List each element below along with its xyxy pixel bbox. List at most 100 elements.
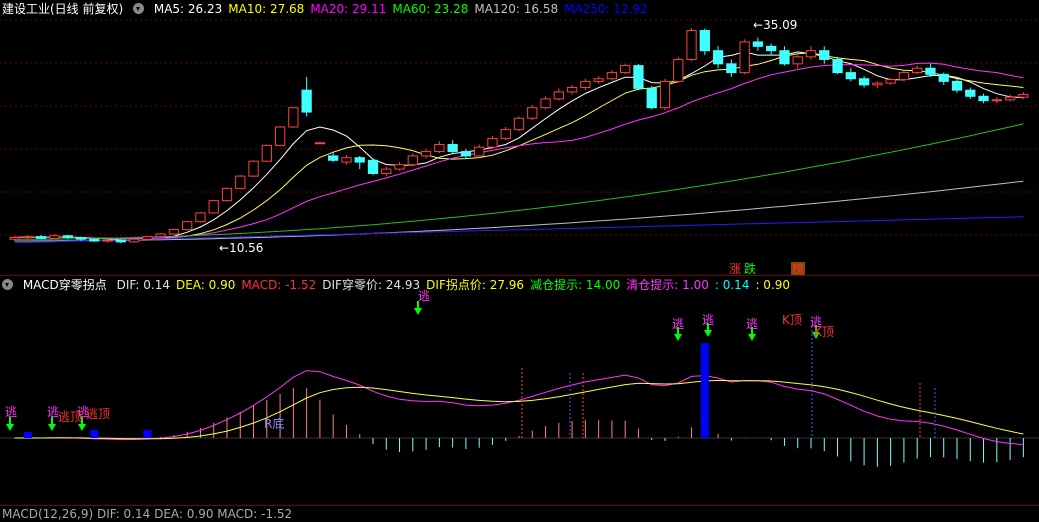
candle-down [115,239,126,243]
escape-arrow-icon [674,334,682,341]
candle-down [779,50,790,65]
candle-down [766,45,777,52]
candle-down [367,159,379,174]
k-top-label: K顶 [814,325,834,339]
candle-up [474,146,485,157]
escape-top-label: 逃顶 [58,410,82,424]
candle-up [1018,94,1029,98]
candle-down [832,58,843,74]
candle-up [221,187,233,202]
candle-up [553,91,564,100]
third-pane-header: MACD(12,26,9) DIF: 0.14 DEA: 0.90 MACD: … [2,506,298,522]
candle-up [288,107,299,128]
escape-top-label: 逃顶 [86,407,110,421]
candle-up [991,99,1002,102]
candle-down [712,50,724,65]
candle-up [898,72,910,81]
candle-up [527,107,538,119]
candle-up [912,67,923,74]
ma60-line [14,123,1024,240]
escape-arrow-icon [414,308,422,315]
rise-badge[interactable]: 涨 [728,262,742,276]
signal-block [143,430,152,438]
ma120-line [14,180,1024,242]
candle-up [513,117,525,131]
candle-up [195,212,206,223]
candle-up [566,87,578,93]
macd-chart: 逃逃逃逃顶 逃顶R底逃逃逃逃逃K顶K顶 [0,289,1039,467]
escape-arrow-icon [48,424,56,431]
candle-down [62,235,73,238]
candle-down [965,89,976,97]
candle-down [819,50,830,60]
candle-up [673,58,684,82]
candle-up [659,80,671,109]
candle-up [142,236,153,240]
rank-badge[interactable]: 榜 [791,262,806,276]
escape-label: 逃 [418,289,430,303]
candle-up [593,78,604,82]
candle-down [699,30,710,52]
ma250-line [14,216,1024,244]
candle-down [354,157,365,163]
signal-block [90,430,99,438]
candle-up [381,168,392,174]
candle-down [646,87,657,109]
candle-up [805,50,817,58]
candle-down [328,155,339,161]
k-top-label: K顶 [782,313,802,327]
escape-label: 逃 [5,405,17,419]
candle-up [235,175,246,189]
candle-up [434,144,445,153]
candle-up [580,80,591,89]
candle-down [633,65,644,89]
escape-arrow-icon [78,424,86,431]
candle-up [9,236,20,240]
candle-up [394,164,405,170]
candle-up [739,41,750,74]
candle-down [460,151,472,157]
candle-down [938,73,949,82]
candle-up [1004,96,1016,101]
candle-up [620,65,631,74]
candle-up [248,160,259,177]
candle-down [845,72,856,80]
candle-up [208,200,219,214]
candle-up [168,229,180,235]
candle-up [314,142,326,145]
candlestick-chart [0,19,1039,244]
candle-down [951,80,963,91]
signal-block [23,432,32,438]
candle-down [75,236,87,240]
candle-up [407,155,418,166]
candle-up [500,129,511,139]
candle-down [978,95,989,102]
candle-up [22,236,34,239]
candle-up [540,98,551,109]
fall-badge[interactable]: 跌 [743,262,757,276]
candle-up [102,239,113,242]
candle-up [341,157,352,163]
candle-down [726,63,737,74]
dea-line [14,379,1024,440]
candle-down [301,89,312,113]
signal-block [700,343,709,438]
pane-divider [0,275,1039,276]
candle-up [606,72,618,80]
candle-down [752,41,764,47]
escape-arrow-icon [704,330,712,337]
candle-up [261,144,272,162]
candle-down [89,238,100,242]
escape-arrow-icon [6,424,14,431]
candle-up [274,126,286,146]
candle-up [792,56,803,65]
candle-down [858,78,870,86]
third-pane-title: MACD(12,26,9) DIF: 0.14 DEA: 0.90 MACD: … [2,507,293,521]
candle-up [155,233,166,238]
low-price-marker: ←10.56 [219,241,264,255]
high-price-marker: ←35.09 [753,18,798,32]
ma20-line [14,62,1024,240]
escape-arrow-icon [748,334,756,341]
candle-up [686,30,697,60]
candle-up [872,82,883,86]
